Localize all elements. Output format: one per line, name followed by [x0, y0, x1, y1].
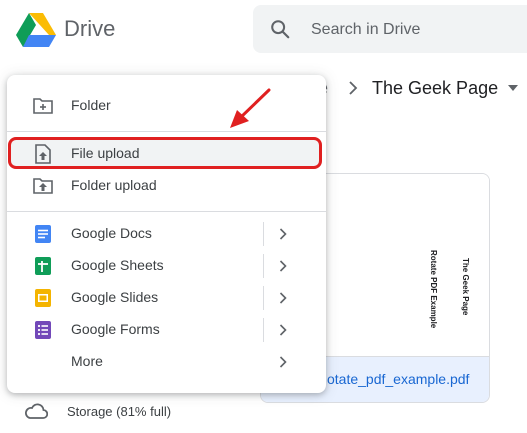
breadcrumb-current-folder[interactable]: The Geek Page [372, 78, 498, 99]
chevron-right-icon[interactable] [279, 228, 287, 240]
menu-item-label: Google Slides [71, 289, 159, 305]
chevron-right-icon [349, 81, 358, 95]
chevron-right-icon[interactable] [279, 324, 287, 336]
preview-text-subtitle: Rotate PDF Example [429, 250, 438, 329]
search-input[interactable] [309, 17, 527, 43]
chevron-right-icon[interactable] [279, 292, 287, 304]
submenu-divider [263, 286, 264, 310]
chevron-right-icon[interactable] [279, 260, 287, 272]
drive-brand-label[interactable]: Drive [64, 16, 115, 42]
menu-item-google-docs[interactable]: Google Docs [7, 218, 326, 250]
menu-item-folder[interactable]: Folder [7, 90, 326, 122]
caret-down-icon[interactable] [508, 85, 519, 91]
folder-plus-icon [33, 98, 53, 114]
file-upload-icon [35, 144, 51, 164]
file-name[interactable]: otate_pdf_example.pdf [327, 371, 469, 387]
folder-upload-icon [33, 178, 53, 194]
menu-item-google-sheets[interactable]: Google Sheets [7, 250, 326, 282]
menu-divider [7, 131, 326, 132]
menu-item-label: Google Docs [71, 225, 152, 241]
top-bar: Drive [0, 0, 527, 64]
new-menu: Folder File upload Folder upload Google … [7, 75, 326, 393]
cloud-icon [25, 403, 48, 419]
menu-item-label: File upload [71, 145, 140, 161]
google-forms-icon [35, 321, 51, 339]
storage-label[interactable]: Storage (81% full) [67, 404, 171, 419]
google-slides-icon [35, 289, 51, 307]
breadcrumb: e The Geek Page [318, 74, 519, 102]
chevron-right-icon[interactable] [279, 356, 287, 368]
google-sheets-icon [35, 257, 51, 275]
menu-item-label: Folder [71, 97, 111, 113]
menu-item-google-slides[interactable]: Google Slides [7, 282, 326, 314]
menu-item-folder-upload[interactable]: Folder upload [7, 170, 326, 202]
menu-item-label: More [71, 353, 103, 369]
search-bar[interactable] [253, 5, 527, 53]
menu-item-google-forms[interactable]: Google Forms [7, 314, 326, 346]
menu-item-file-upload[interactable]: File upload [7, 138, 326, 170]
menu-item-label: Google Sheets [71, 257, 164, 273]
submenu-divider [263, 222, 264, 246]
drive-logo-icon[interactable] [16, 11, 56, 47]
menu-item-label: Folder upload [71, 177, 157, 193]
submenu-divider [263, 318, 264, 342]
submenu-divider [263, 254, 264, 278]
google-docs-icon [35, 225, 51, 243]
preview-text-title: The Geek Page [461, 258, 470, 316]
search-icon[interactable] [269, 18, 291, 40]
menu-item-more[interactable]: More [7, 346, 326, 378]
annotation-arrow-icon [230, 88, 271, 128]
menu-divider [7, 211, 326, 212]
menu-item-label: Google Forms [71, 321, 160, 337]
